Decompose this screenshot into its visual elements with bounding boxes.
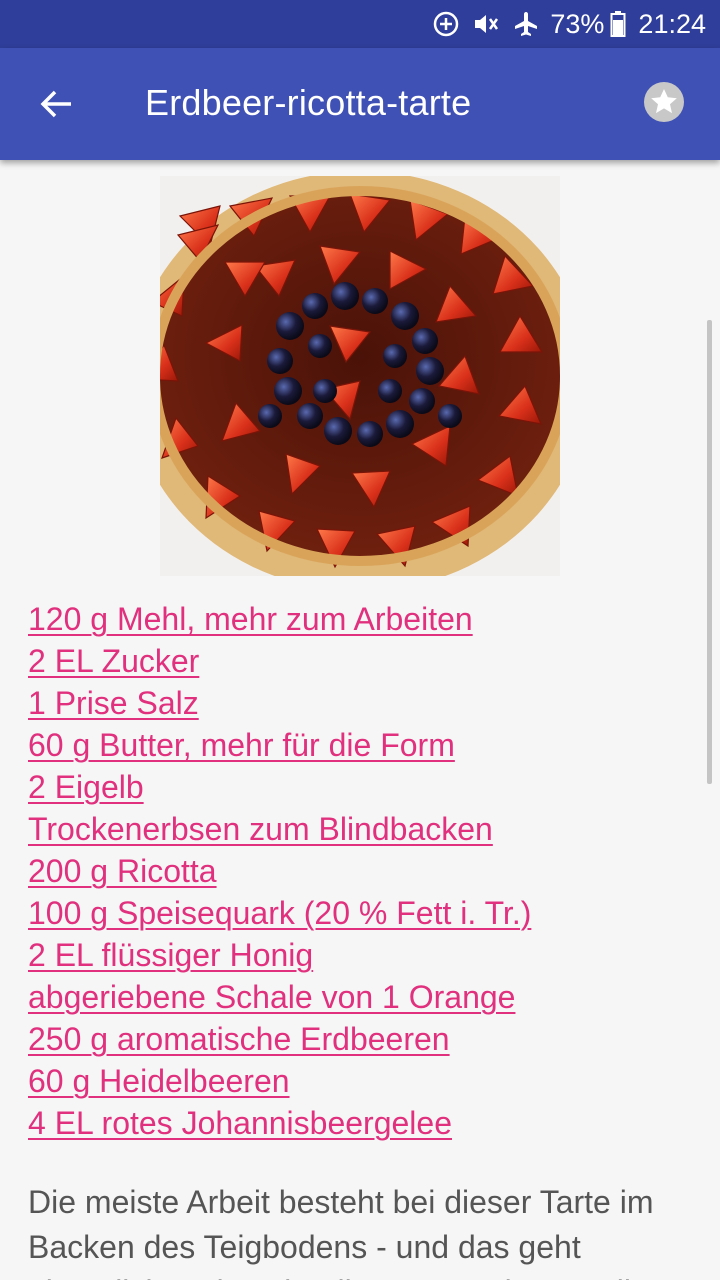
list-item: 2 Eigelb [28, 766, 531, 808]
battery-icon [610, 10, 626, 38]
ingredient-link[interactable]: 250 g aromatische Erdbeeren [28, 1021, 450, 1057]
battery-percentage: 73% [550, 8, 605, 39]
recipe-content[interactable]: 120 g Mehl, mehr zum Arbeiten 2 EL Zucker… [0, 160, 720, 1280]
ingredient-link[interactable]: 200 g Ricotta [28, 853, 217, 889]
list-item: 60 g Heidelbeeren [28, 1060, 531, 1102]
recipe-photo [160, 176, 560, 576]
ingredient-link[interactable]: 60 g Heidelbeeren [28, 1063, 290, 1099]
favorite-button[interactable] [634, 72, 694, 132]
ingredient-link[interactable]: 2 Eigelb [28, 769, 144, 805]
ingredient-link[interactable]: 60 g Butter, mehr für die Form [28, 727, 455, 763]
arrow-back-icon [40, 90, 71, 118]
back-button[interactable] [26, 76, 86, 132]
app-bar: Erdbeer-ricotta-tarte [0, 48, 720, 160]
list-item: abgeriebene Schale von 1 Orange [28, 976, 531, 1018]
vibrate-icon [472, 10, 500, 38]
ingredient-link[interactable]: 4 EL rotes Johannisbeergelee [28, 1105, 452, 1141]
ingredient-link[interactable]: 120 g Mehl, mehr zum Arbeiten [28, 601, 473, 637]
ingredient-link[interactable]: 1 Prise Salz [28, 685, 199, 721]
list-item: 2 EL Zucker [28, 640, 531, 682]
ingredient-link[interactable]: Trockenerbsen zum Blindbacken [28, 811, 493, 847]
scrollbar[interactable] [707, 320, 712, 784]
page-title: Erdbeer-ricotta-tarte [145, 82, 472, 123]
list-item: Trockenerbsen zum Blindbacken [28, 808, 531, 850]
star-icon [644, 82, 684, 122]
list-item: 2 EL flüssiger Honig [28, 934, 531, 976]
list-item: 4 EL rotes Johannisbeergelee [28, 1102, 531, 1144]
list-item: 250 g aromatische Erdbeeren [28, 1018, 531, 1060]
ingredient-link[interactable]: 2 EL flüssiger Honig [28, 937, 313, 973]
list-item: 100 g Speisequark (20 % Fett i. Tr.) [28, 892, 531, 934]
status-bar: 73% 21:24 [0, 0, 720, 48]
data-saver-icon [432, 10, 460, 38]
recipe-description: Die meiste Arbeit besteht bei dieser Tar… [28, 1184, 667, 1280]
ingredient-link[interactable]: 2 EL Zucker [28, 643, 199, 679]
ingredient-list: 120 g Mehl, mehr zum Arbeiten 2 EL Zucker… [28, 598, 531, 1144]
clock: 21:24 [638, 8, 706, 39]
list-item: 200 g Ricotta [28, 850, 531, 892]
airplane-mode-icon [512, 10, 540, 38]
list-item: 120 g Mehl, mehr zum Arbeiten [28, 598, 531, 640]
ingredient-link[interactable]: 100 g Speisequark (20 % Fett i. Tr.) [28, 895, 531, 931]
list-item: 1 Prise Salz [28, 682, 531, 724]
list-item: 60 g Butter, mehr für die Form [28, 724, 531, 766]
ingredient-link[interactable]: abgeriebene Schale von 1 Orange [28, 979, 515, 1015]
